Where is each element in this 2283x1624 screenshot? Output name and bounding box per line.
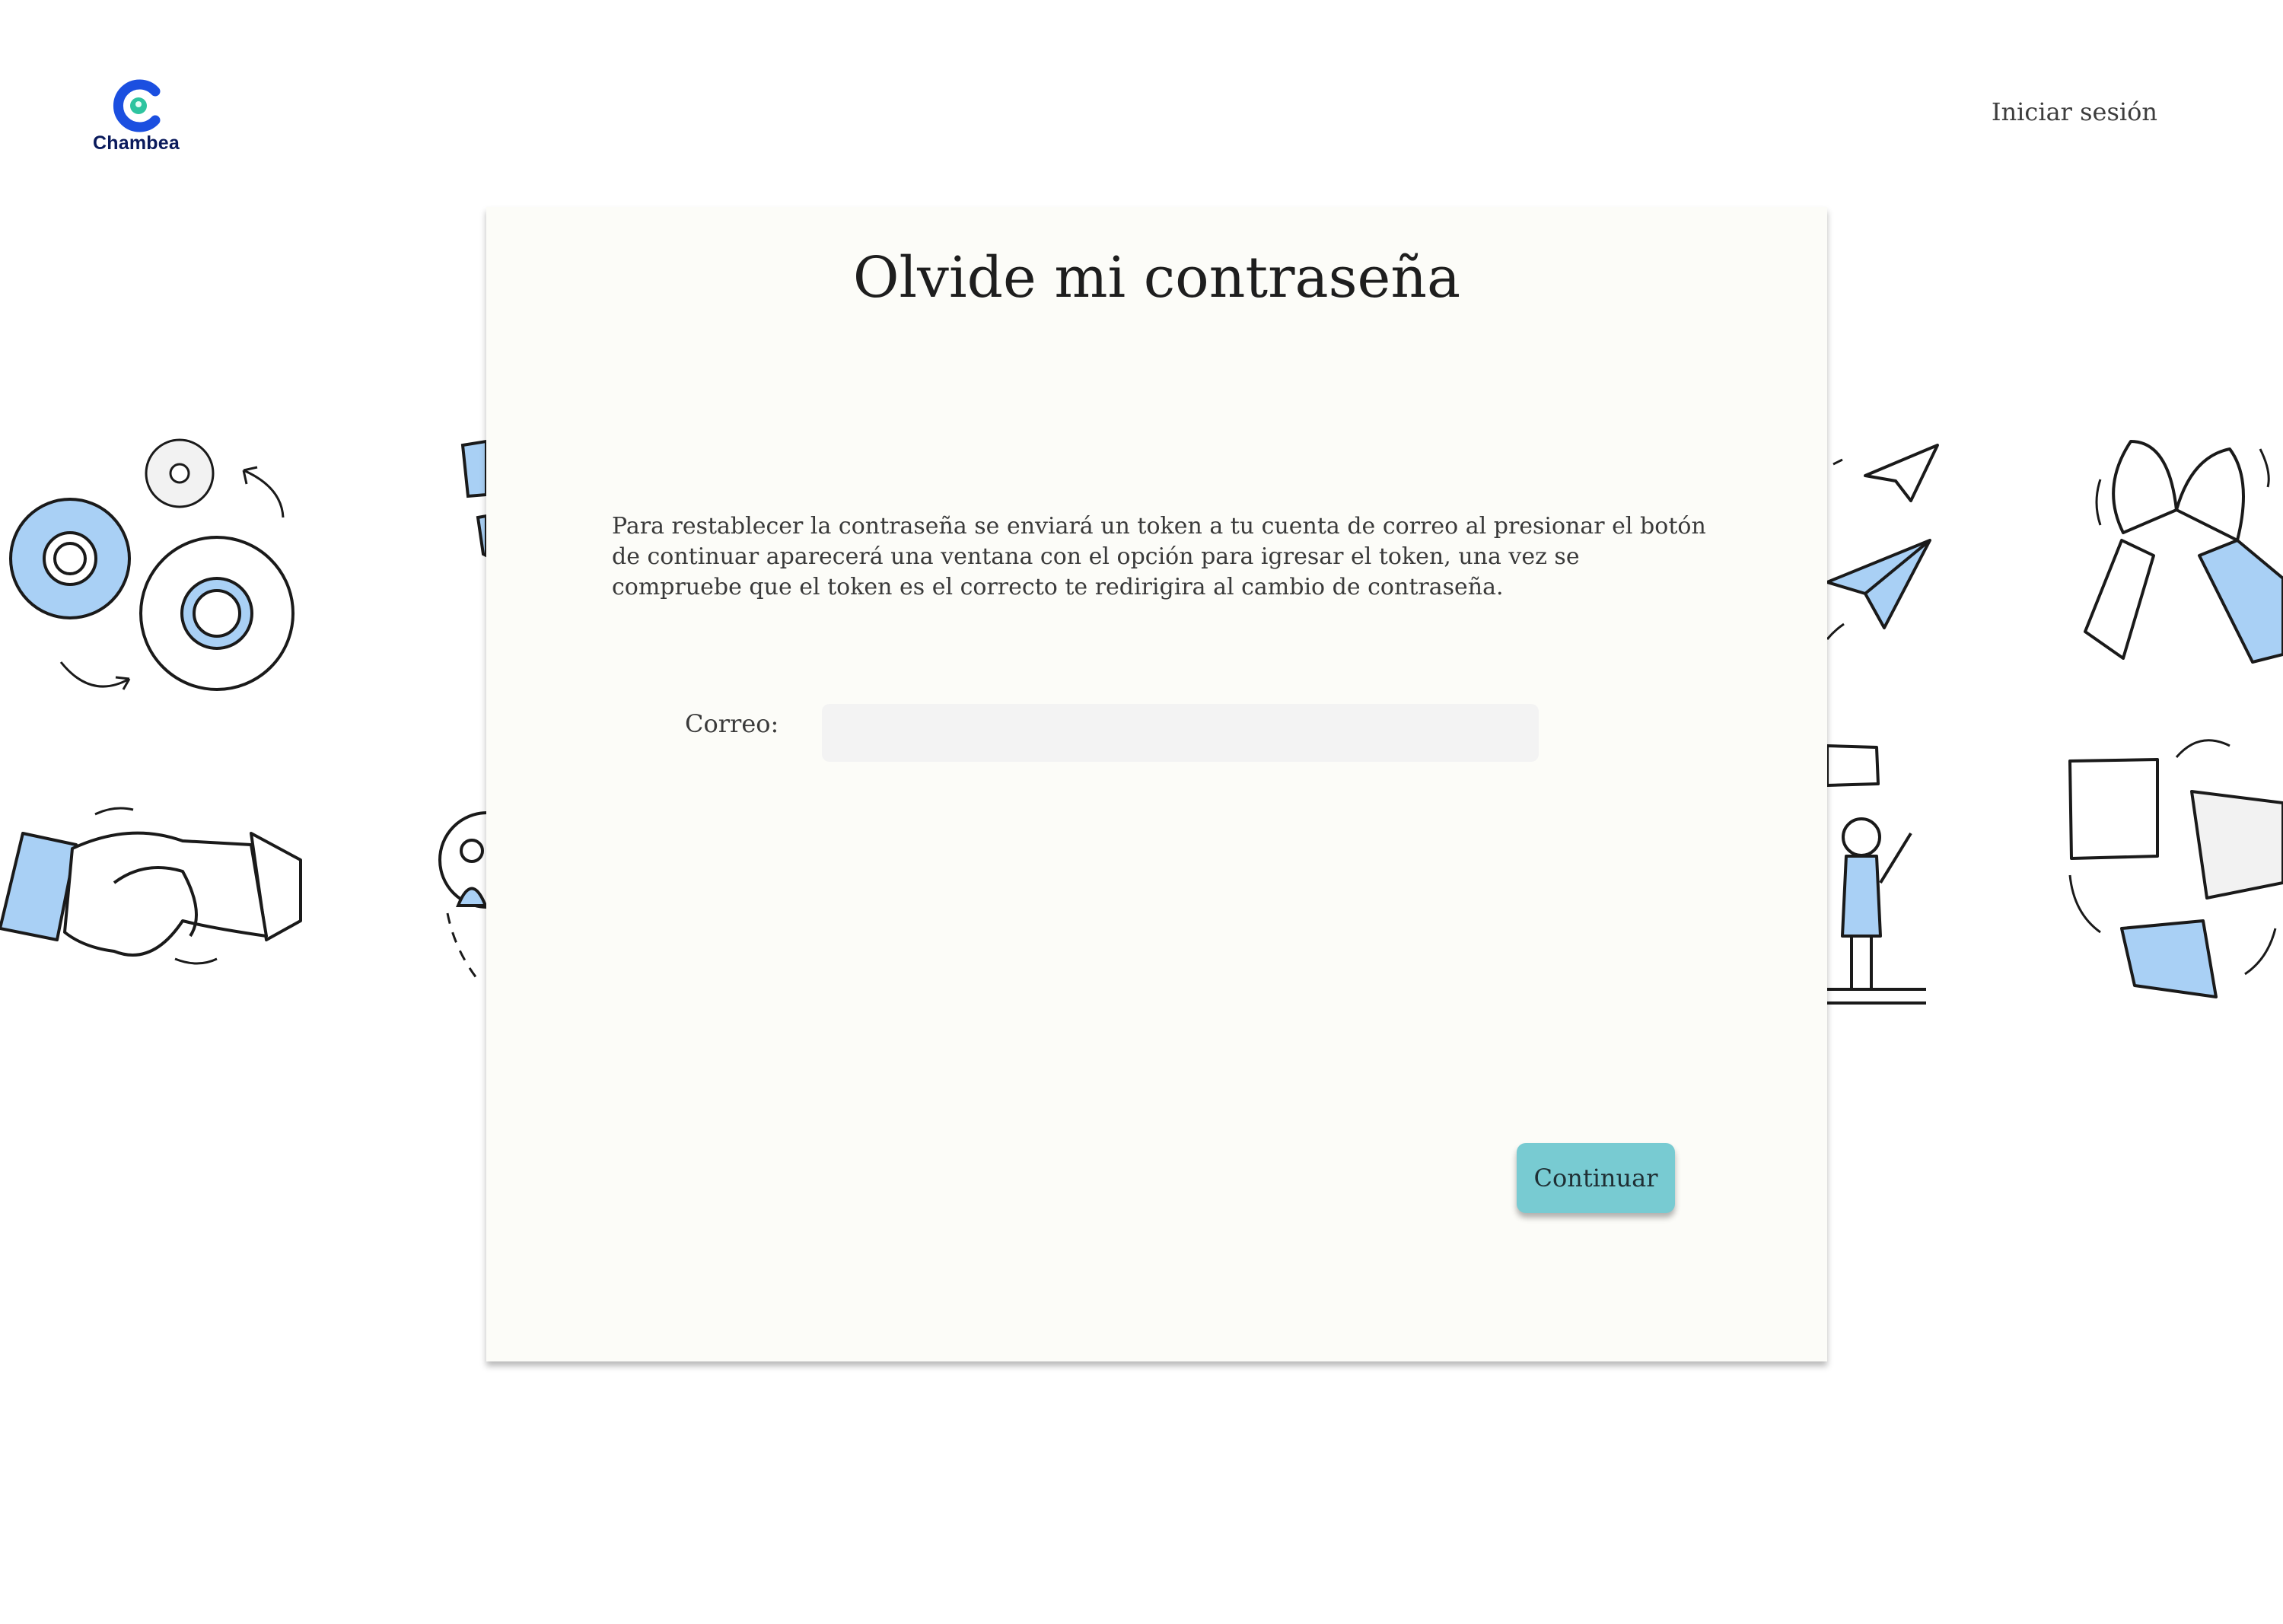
instructions-text: Para restablecer la contraseña se enviar… <box>612 513 1706 600</box>
forgot-password-card: Olvide mi contraseña Para restablecer la… <box>486 207 1827 1361</box>
person-flag-illustration <box>1827 744 1926 1005</box>
page-title: Olvide mi contraseña <box>852 245 1461 310</box>
puzzle-illustration <box>2068 739 2283 998</box>
gears-illustration <box>9 438 295 691</box>
email-label: Correo: <box>685 709 779 738</box>
login-link[interactable]: Iniciar sesión <box>1992 97 2157 126</box>
chambea-logo[interactable]: Chambea <box>90 79 196 158</box>
paper-planes-illustration <box>1827 444 1939 640</box>
handshake-illustration <box>0 807 302 965</box>
person-target-illustration <box>438 439 486 982</box>
email-input[interactable] <box>822 704 1539 762</box>
high-five-illustration <box>2084 440 2283 664</box>
brand-name: Chambea <box>93 132 180 154</box>
continue-button[interactable]: Continuar <box>1517 1143 1675 1213</box>
chambea-logo-icon <box>113 79 161 132</box>
